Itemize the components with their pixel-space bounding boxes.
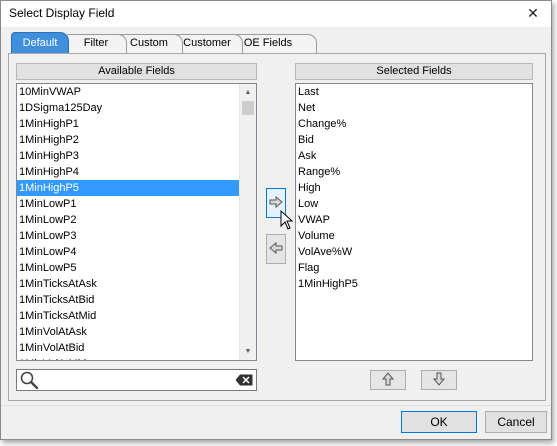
arrow-down-icon xyxy=(432,372,446,389)
selected-field-item[interactable]: Ask xyxy=(296,148,532,164)
selected-field-item[interactable]: Bid xyxy=(296,132,532,148)
field-search-box xyxy=(16,369,257,391)
scroll-down-icon[interactable]: ▼ xyxy=(240,343,256,360)
tab-filter[interactable]: Filter xyxy=(65,34,127,53)
selected-field-item[interactable]: Net xyxy=(296,100,532,116)
magnifier-icon xyxy=(19,371,39,390)
cancel-button[interactable]: Cancel xyxy=(485,411,547,433)
selected-field-item[interactable]: VolAve%W xyxy=(296,244,532,260)
available-field-item[interactable]: 1MinVolAtMid xyxy=(17,356,256,360)
selected-items: Last Net Change% Bid Ask Range% High Low VWAP Vol… xyxy=(296,84,532,292)
selected-field-item[interactable]: High xyxy=(296,180,532,196)
available-field-item[interactable]: 1MinHighP4 xyxy=(17,164,256,180)
clear-input-icon[interactable] xyxy=(235,374,253,386)
available-field-item[interactable]: 1MinTicksAtAsk xyxy=(17,276,256,292)
remove-field-button[interactable] xyxy=(266,234,286,264)
available-field-item[interactable]: 1MinLowP2 xyxy=(17,212,256,228)
available-field-item[interactable]: 1DSigma125Day xyxy=(17,100,256,116)
move-down-button[interactable] xyxy=(421,370,457,390)
title-bar: Select Display Field ✕ xyxy=(1,1,551,27)
selected-field-item[interactable]: Low xyxy=(296,196,532,212)
available-field-item[interactable]: 1MinTicksAtMid xyxy=(17,308,256,324)
selected-field-item[interactable]: Change% xyxy=(296,116,532,132)
select-display-field-dialog: Select Display Field ✕ OE Fields Custome… xyxy=(0,0,552,440)
arrow-up-icon xyxy=(381,371,395,389)
ok-button[interactable]: OK xyxy=(401,411,477,433)
move-up-button[interactable] xyxy=(370,370,406,390)
available-field-item[interactable]: 1MinLowP5 xyxy=(17,260,256,276)
selected-fields-header: Selected Fields xyxy=(295,63,533,80)
available-field-item[interactable]: 10MinVWAP xyxy=(17,84,256,100)
tab-default[interactable]: Default xyxy=(11,32,69,53)
available-field-item[interactable]: 1MinHighP1 xyxy=(17,116,256,132)
mouse-cursor-icon xyxy=(280,209,294,230)
selected-field-item[interactable]: 1MinHighP5 xyxy=(296,276,532,292)
selected-field-item[interactable]: Last xyxy=(296,84,532,100)
available-field-item[interactable]: 1MinVolAtBid xyxy=(17,340,256,356)
arrow-left-icon xyxy=(269,241,283,257)
search-input[interactable] xyxy=(43,372,229,388)
tab-panel-default: Available Fields 10MinVWAP 1DSigma125Day 1… xyxy=(8,53,546,401)
available-fields-list[interactable]: 10MinVWAP 1DSigma125Day 1MinHighP1 1MinHigh… xyxy=(16,83,257,361)
close-button[interactable]: ✕ xyxy=(521,3,545,23)
available-scrollbar[interactable]: ▲ ▼ xyxy=(239,84,256,360)
scroll-thumb[interactable] xyxy=(242,101,254,115)
selected-field-item[interactable]: Range% xyxy=(296,164,532,180)
selected-field-item[interactable]: VWAP xyxy=(296,212,532,228)
selected-fields-list[interactable]: Last Net Change% Bid Ask Range% High Low VWAP Vol… xyxy=(295,83,533,361)
available-fields-header: Available Fields xyxy=(16,63,257,80)
available-items: 10MinVWAP 1DSigma125Day 1MinHighP1 1MinHigh… xyxy=(17,84,256,360)
available-field-item[interactable]: 1MinHighP3 xyxy=(17,148,256,164)
available-field-item[interactable]: 1MinLowP3 xyxy=(17,228,256,244)
close-icon: ✕ xyxy=(527,4,539,21)
selected-field-item[interactable]: Flag xyxy=(296,260,532,276)
available-field-item[interactable]: 1MinTicksAtBid xyxy=(17,292,256,308)
scroll-up-icon[interactable]: ▲ xyxy=(240,84,256,101)
available-field-item[interactable]: 1MinHighP2 xyxy=(17,132,256,148)
selected-field-item[interactable]: Volume xyxy=(296,228,532,244)
footer-separator xyxy=(1,405,551,406)
available-field-item[interactable]: 1MinHighP5 xyxy=(17,180,256,196)
available-field-item[interactable]: 1MinLowP4 xyxy=(17,244,256,260)
window-title: Select Display Field xyxy=(9,6,115,20)
arrow-right-icon xyxy=(269,195,283,211)
available-field-item[interactable]: 1MinLowP1 xyxy=(17,196,256,212)
available-field-item[interactable]: 1MinVolAtAsk xyxy=(17,324,256,340)
